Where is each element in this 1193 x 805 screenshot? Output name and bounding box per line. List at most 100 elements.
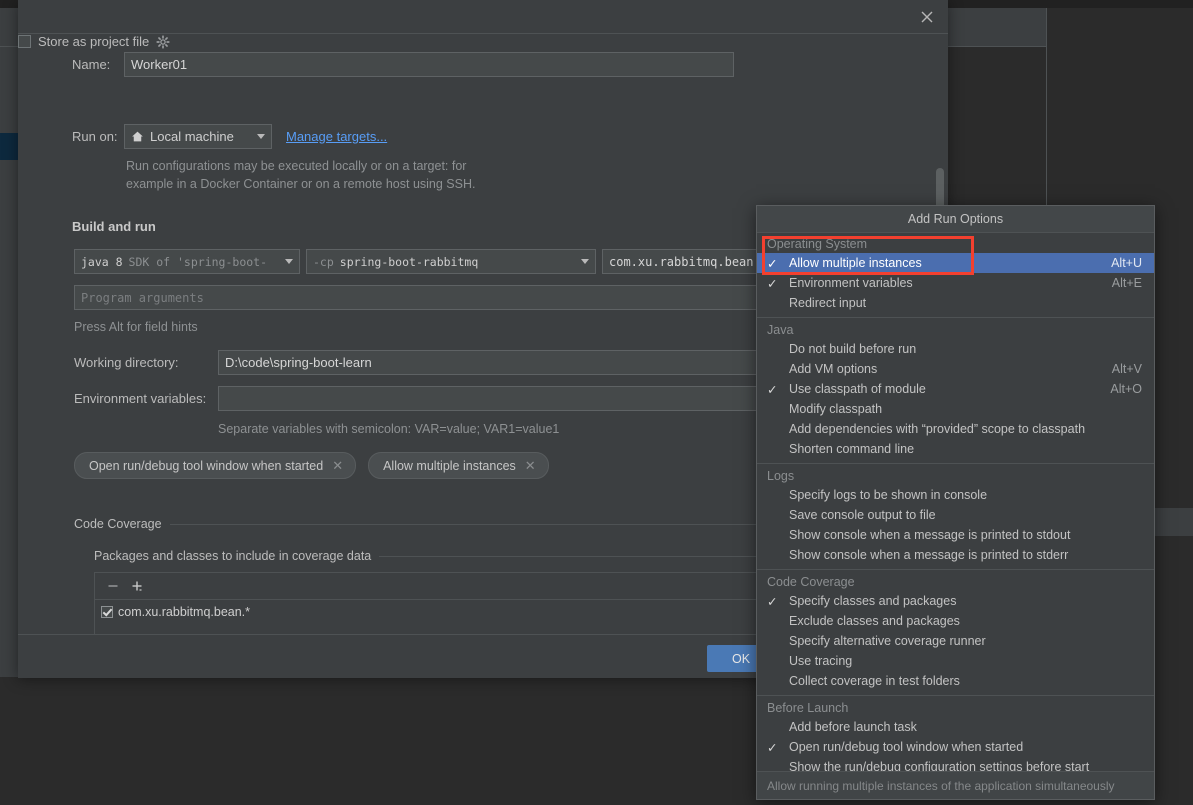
popup-footer-hint: Allow running multiple instances of the … — [767, 778, 1115, 793]
run-on-hint-line-2: example in a Docker Container or on a re… — [126, 177, 476, 191]
menu-item-label: Use classpath of module — [789, 382, 926, 396]
coverage-item-label: com.xu.rabbitmq.bean.* — [118, 605, 251, 619]
menu-item-label: Show console when a message is printed t… — [789, 548, 1069, 562]
manage-targets-link[interactable]: Manage targets... — [286, 129, 387, 144]
check-icon: ✓ — [767, 256, 778, 271]
classpath-module: spring-boot-rabbitmq — [339, 254, 479, 269]
menu-item-label: Add dependencies with “provided” scope t… — [789, 422, 1086, 436]
check-icon: ✓ — [767, 276, 778, 291]
menu-group-label: Java — [767, 323, 794, 337]
menu-separator — [757, 463, 1154, 464]
menu-item-label: Shorten command line — [789, 442, 915, 456]
store-as-project-file-label: Store as project file — [38, 34, 150, 49]
menu-item[interactable]: Show console when a message is printed t… — [757, 545, 1154, 565]
menu-group-label: Code Coverage — [767, 575, 855, 589]
run-on-combo[interactable]: Local machine — [124, 124, 272, 149]
tag-label: Open run/debug tool window when started — [89, 458, 324, 473]
coverage-item-checkbox[interactable] — [101, 606, 113, 618]
classpath-flag: -cp — [313, 254, 334, 269]
menu-separator — [757, 695, 1154, 696]
run-on-value: Local machine — [150, 129, 234, 144]
menu-item-shortcut: Alt+E — [1111, 276, 1142, 290]
menu-item[interactable]: Collect coverage in test folders — [757, 671, 1154, 691]
jre-secondary: SDK of 'spring-boot- — [128, 254, 268, 269]
check-icon: ✓ — [767, 382, 778, 397]
minus-icon[interactable] — [103, 576, 123, 596]
menu-item[interactable]: Modify classpath — [757, 399, 1154, 419]
menu-item[interactable]: Redirect input — [757, 293, 1154, 313]
menu-item-label: Collect coverage in test folders — [789, 674, 960, 688]
chevron-down-icon — [257, 134, 265, 139]
menu-group-label: Before Launch — [767, 701, 849, 715]
menu-item-label: Open run/debug tool window when started — [789, 740, 1024, 754]
popup-title: Add Run Options — [757, 206, 1154, 233]
menu-item-label: Specify logs to be shown in console — [789, 488, 988, 502]
code-coverage-section-label: Code Coverage — [74, 517, 162, 531]
run-on-hint: Run configurations may be executed local… — [126, 157, 686, 193]
menu-item-label: Allow multiple instances — [789, 256, 922, 270]
menu-item-label: Show console when a message is printed t… — [789, 528, 1071, 542]
menu-item[interactable]: Show console when a message is printed t… — [757, 525, 1154, 545]
menu-item[interactable]: Add dependencies with “provided” scope t… — [757, 419, 1154, 439]
menu-item-shortcut: Alt+U — [1111, 256, 1142, 270]
screen: Name: Worker01 Store as project file Run… — [0, 0, 1193, 805]
tag-open-run-debug-tool-window[interactable]: Open run/debug tool window when started … — [74, 452, 357, 479]
option-tags: Open run/debug tool window when started … — [74, 452, 549, 479]
store-as-project-file-row: Store as project file — [18, 34, 948, 49]
menu-item-label: Exclude classes and packages — [789, 614, 960, 628]
menu-item-label: Do not build before run — [789, 342, 917, 356]
menu-item-label: Redirect input — [789, 296, 867, 310]
menu-item-label: Specify classes and packages — [789, 594, 957, 608]
tag-allow-multiple-instances[interactable]: Allow multiple instances ✕ — [368, 452, 549, 479]
menu-item[interactable]: Use tracing — [757, 651, 1154, 671]
menu-item[interactable]: Add VM options Alt+V — [757, 359, 1154, 379]
jre-combo[interactable]: java 8 SDK of 'spring-boot- — [74, 249, 300, 274]
menu-separator — [757, 569, 1154, 570]
environment-variables-label: Environment variables: — [74, 391, 207, 406]
menu-item-label: Modify classpath — [789, 402, 883, 416]
dialog-title-bar — [18, 0, 948, 34]
menu-item[interactable]: Add before launch task — [757, 717, 1154, 737]
chevron-down-icon — [285, 259, 293, 264]
menu-item[interactable]: Specify logs to be shown in console — [757, 485, 1154, 505]
close-icon[interactable] — [916, 6, 938, 28]
check-icon: ✓ — [767, 740, 778, 755]
gear-icon[interactable] — [156, 34, 170, 49]
menu-item[interactable]: ✓ Environment variables Alt+E — [757, 273, 1154, 293]
menu-item[interactable]: Specify alternative coverage runner — [757, 631, 1154, 651]
alt-field-hint: Press Alt for field hints — [74, 320, 198, 334]
menu-item-label: Save console output to file — [789, 508, 936, 522]
chevron-down-icon — [581, 259, 589, 264]
name-label: Name: — [72, 57, 111, 72]
menu-group-label: Logs — [767, 469, 795, 483]
classpath-module-combo[interactable]: -cp spring-boot-rabbitmq — [306, 249, 596, 274]
store-as-project-file-checkbox[interactable] — [18, 35, 31, 48]
menu-group-label: Operating System — [767, 237, 868, 251]
environment-variables-hint: Separate variables with semicolon: VAR=v… — [218, 422, 560, 436]
tag-label: Allow multiple instances — [383, 458, 516, 473]
menu-item[interactable]: Exclude classes and packages — [757, 611, 1154, 631]
menu-item[interactable]: Save console output to file — [757, 505, 1154, 525]
menu-item-label: Environment variables — [789, 276, 913, 290]
name-input[interactable]: Worker01 — [124, 52, 734, 77]
working-directory-label: Working directory: — [74, 355, 179, 370]
menu-item[interactable]: ✓ Open run/debug tool window when started — [757, 737, 1154, 757]
run-on-label: Run on: — [72, 129, 118, 144]
check-icon: ✓ — [767, 594, 778, 609]
menu-item[interactable]: ✓ Allow multiple instances Alt+U — [757, 253, 1154, 273]
plus-icon[interactable] — [127, 576, 147, 596]
menu-item-label: Specify alternative coverage runner — [789, 634, 986, 648]
menu-item[interactable]: Shorten command line — [757, 439, 1154, 459]
menu-item-shortcut: Alt+V — [1111, 362, 1142, 376]
menu-item[interactable]: ✓ Specify classes and packages — [757, 591, 1154, 611]
menu-item-shortcut: Alt+O — [1110, 382, 1142, 396]
menu-item[interactable]: Do not build before run — [757, 339, 1154, 359]
menu-item[interactable]: ✓ Use classpath of module Alt+O — [757, 379, 1154, 399]
close-icon[interactable]: ✕ — [332, 459, 343, 472]
packages-section-label: Packages and classes to include in cover… — [94, 549, 372, 563]
menu-separator — [757, 317, 1154, 318]
menu-item-label: Add VM options — [789, 362, 878, 376]
close-icon[interactable]: ✕ — [525, 459, 536, 472]
menu-item-label: Add before launch task — [789, 720, 917, 734]
add-run-options-popup: Add Run Options Operating System ✓ Allow m… — [756, 205, 1155, 800]
